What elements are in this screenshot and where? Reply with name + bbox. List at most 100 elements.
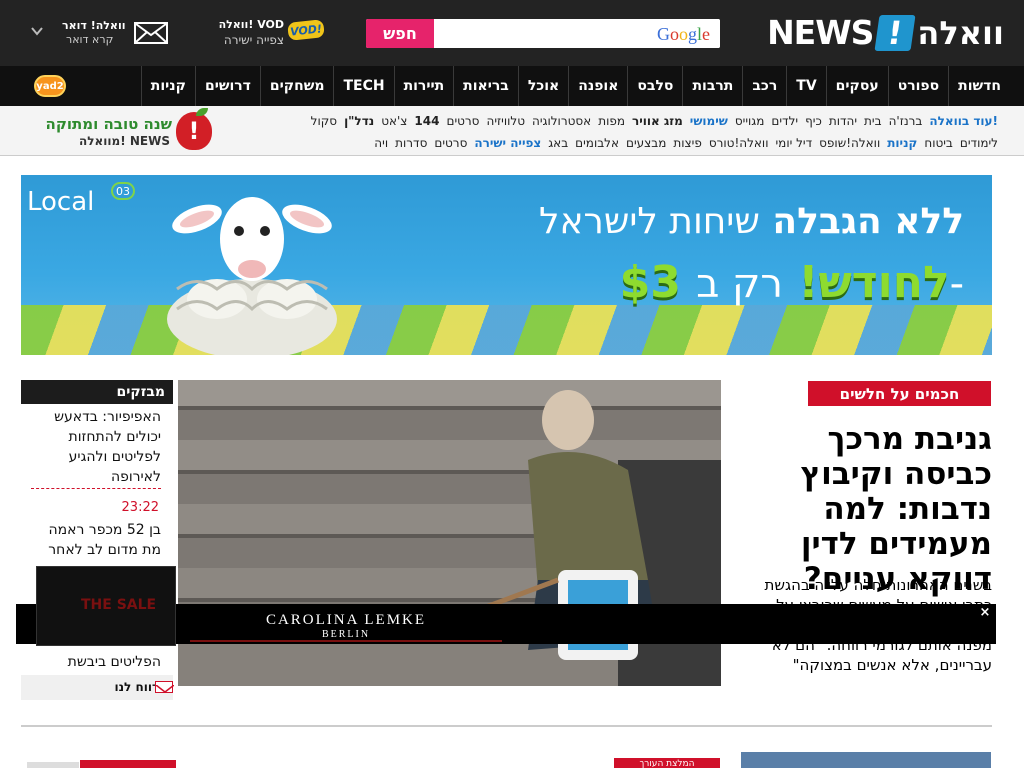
bottom-image[interactable] — [741, 752, 991, 768]
nav-item-tv[interactable]: TV — [786, 66, 825, 106]
report-button[interactable]: דווח לנו — [21, 675, 175, 700]
sub-links-row-2: לימודים ביטוח קניות וואלה!שופס דיל יומי … — [374, 136, 998, 150]
promo-brand: מוואלה! NEWS — [79, 134, 170, 148]
nav-item-culture[interactable]: תרבות — [682, 66, 742, 106]
sub-link[interactable]: שימושי — [690, 114, 728, 128]
nav-item-business[interactable]: עסקים — [825, 66, 888, 106]
breaking-news-item[interactable]: האפיפיור: בדאעש יכולים להתחזות לפליטים ו… — [31, 407, 161, 487]
nav-item-food[interactable]: אוכל — [517, 66, 568, 106]
sub-link[interactable]: עוד בוואלה! — [929, 114, 998, 128]
envelope-icon — [155, 681, 175, 693]
nav-item-cars[interactable]: רכב — [742, 66, 786, 106]
walla-news-logo[interactable]: NEWS ! וואלה — [767, 13, 1004, 53]
sub-link[interactable]: צ'אט — [381, 114, 407, 128]
banner-ad[interactable]: Local 03 ללא הגבלה שיחות לישראל $3 לחודש… — [21, 175, 992, 355]
banner-price-value: $3 לחודש! — [619, 257, 950, 308]
chevron-down-icon[interactable] — [30, 24, 46, 40]
sub-link[interactable]: ביטוח — [924, 136, 953, 150]
sub-link[interactable]: ברנז'ה — [889, 114, 923, 128]
sub-link[interactable]: סרטים — [434, 136, 467, 150]
breaking-news-box: מבזקים האפיפיור: בדאעש יכולים להתחזות לפ… — [21, 380, 173, 700]
nav-item-shopping[interactable]: קניות — [140, 66, 195, 106]
google-logo: Google — [656, 24, 710, 44]
sub-link[interactable]: צפייה ישירה — [474, 136, 541, 150]
sub-link[interactable]: ויה — [374, 136, 388, 150]
nav-item-celebs[interactable]: סלבס — [627, 66, 682, 106]
brand-city: BERLIN — [321, 629, 371, 640]
sub-link[interactable]: אלבומים — [575, 136, 619, 150]
report-label: דווח לנו — [114, 680, 159, 694]
banner-price: $3 לחודש! רק ב- — [620, 257, 964, 308]
sub-link[interactable]: ילדים — [771, 114, 798, 128]
section-badge[interactable]: חכמים על חלשים — [808, 381, 991, 406]
nav-item-jobs[interactable]: דרושים — [194, 66, 260, 106]
sub-link[interactable]: וואלה!טורס — [709, 136, 769, 150]
sale-text: THE SALE — [81, 597, 157, 613]
vod-subtitle: צפייה ישירה — [223, 33, 284, 47]
close-icon[interactable]: × — [978, 606, 992, 620]
sub-link[interactable]: 144 — [414, 114, 439, 128]
mail-subtitle: קרא דואר — [66, 33, 114, 46]
banner-headline-light: שיחות לישראל — [539, 201, 760, 242]
logo-walla-text: וואלה — [917, 14, 1004, 52]
local-logo: Local — [27, 187, 95, 217]
logo-bang-icon: ! — [874, 14, 916, 52]
yad2-logo[interactable]: yad2 — [34, 75, 66, 97]
sub-link[interactable]: קניות — [887, 136, 917, 150]
sub-link[interactable]: מגוייס — [735, 114, 765, 128]
sub-link[interactable]: פיצות — [673, 136, 701, 150]
sub-link[interactable]: דיל יומי — [775, 136, 812, 150]
banner-headline-strong: ללא הגבלה — [772, 201, 964, 242]
sub-link[interactable]: טלוויזיה — [486, 114, 525, 128]
nav-item-tourism[interactable]: תיירות — [393, 66, 454, 106]
sub-link[interactable]: מזג אוויר — [632, 114, 683, 128]
bottom-thumbnail[interactable] — [27, 762, 79, 768]
mail-title: וואלה! דואר — [62, 19, 126, 32]
sub-link[interactable]: מפות — [598, 114, 625, 128]
sub-link[interactable]: וואלה!שופס — [819, 136, 880, 150]
envelope-icon — [134, 22, 168, 44]
sub-link[interactable]: אסטרולוגיה — [532, 114, 591, 128]
nav-item-health[interactable]: בריאות — [453, 66, 518, 106]
sub-link[interactable]: בית — [864, 114, 882, 128]
divider — [31, 488, 161, 489]
apple-icon: ! — [176, 112, 212, 150]
promo-greeting: שנה טובה ומתוקה — [45, 115, 172, 133]
mail-link[interactable]: וואלה! דואר קרא דואר — [26, 18, 176, 50]
sub-link[interactable]: לימודים — [960, 136, 998, 150]
new-year-promo[interactable]: ! שנה טובה ומתוקה מוואלה! NEWS — [36, 108, 212, 152]
nav-item-sport[interactable]: ספורט — [887, 66, 948, 106]
bottom-section-label[interactable]: המלצת העורך — [614, 758, 720, 768]
leaf-icon — [196, 108, 208, 116]
nav-item-tech[interactable]: TECH — [333, 66, 393, 106]
main-nav: חדשות ספורט עסקים TV רכב תרבות סלבס אופנ… — [0, 66, 1024, 106]
sheep-image — [167, 197, 337, 355]
sub-link[interactable]: נדל"ן — [344, 114, 374, 128]
breaking-news-title[interactable]: מבזקים — [21, 380, 173, 404]
vod-title: וואלה! VOD — [218, 18, 284, 31]
search-button[interactable]: חפש — [366, 19, 434, 48]
brand-name: CAROLINA LEMKE — [265, 612, 427, 628]
nav-item-fashion[interactable]: אופנה — [568, 66, 627, 106]
section-divider — [21, 725, 992, 727]
sub-link[interactable]: מבצעים — [626, 136, 666, 150]
breaking-news-item[interactable]: הפליטים ביבשת — [31, 652, 161, 672]
article-headline[interactable]: גניבת מרכך כביסה וקיבוץ נדבות: למה מעמיד… — [730, 422, 992, 597]
vod-badge-icon: VOD! — [287, 19, 325, 41]
local-badge: 03 — [111, 182, 135, 200]
overlay-ad-brand[interactable]: CAROLINA LEMKE BERLIN — [190, 610, 502, 642]
sub-link[interactable]: כיף — [805, 114, 822, 128]
sub-link[interactable]: יהדות — [829, 114, 857, 128]
sub-link[interactable]: סקול — [311, 114, 337, 128]
sub-links-row-1: עוד בוואלה! ברנז'ה בית יהדות כיף ילדים מ… — [311, 114, 998, 128]
sub-link[interactable]: באג — [548, 136, 568, 150]
sub-link[interactable]: סדרות — [395, 136, 427, 150]
nav-item-news[interactable]: חדשות — [948, 66, 1010, 106]
nav-item-games[interactable]: משחקים — [259, 66, 334, 106]
overlay-ad-thumbnail[interactable]: THE SALE — [36, 566, 176, 646]
vod-link[interactable]: VOD! וואלה! VOD צפייה ישירה — [214, 18, 325, 50]
logo-news-text: NEWS — [767, 13, 874, 52]
banner-headline: ללא הגבלה שיחות לישראל — [539, 201, 964, 242]
main-nav-list: חדשות ספורט עסקים TV רכב תרבות סלבס אופנ… — [140, 66, 1010, 106]
sub-link[interactable]: סרטים — [446, 114, 479, 128]
